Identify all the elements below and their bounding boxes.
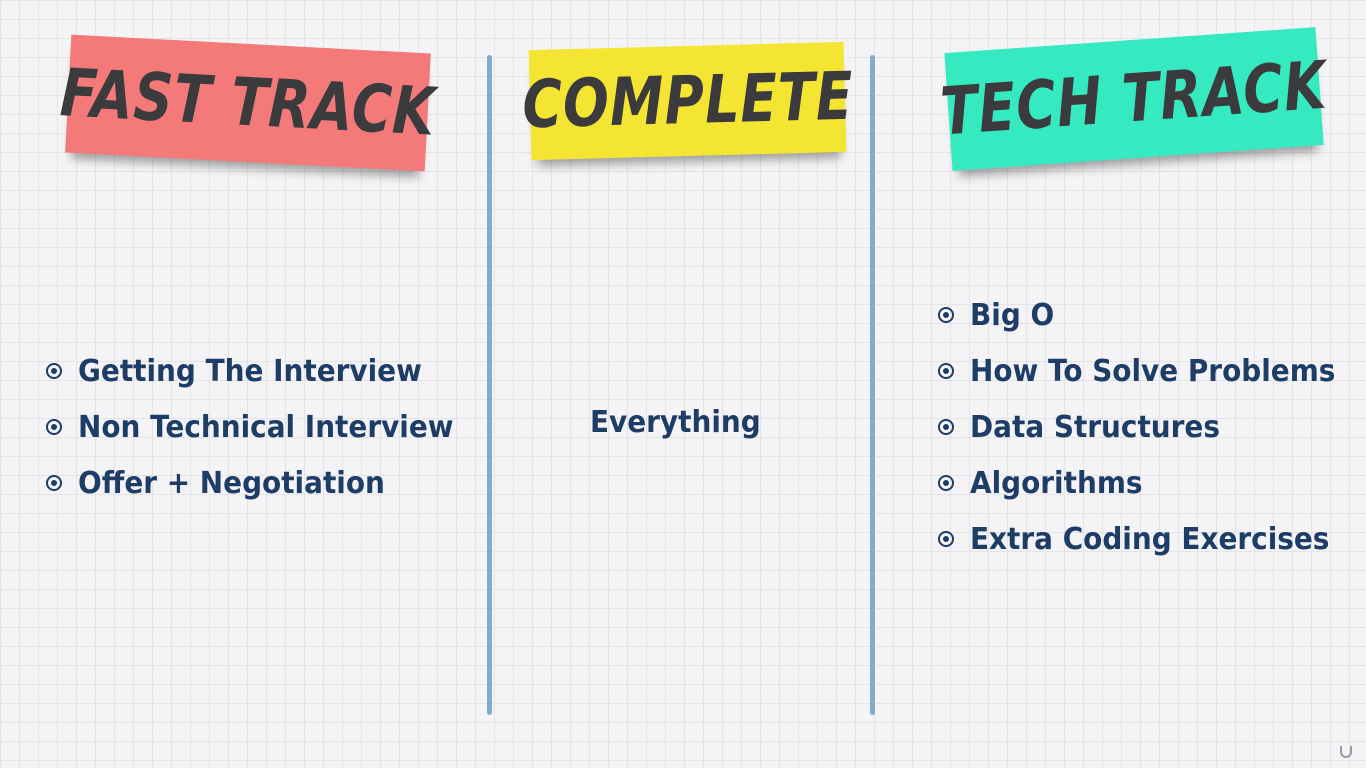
bullet-icon bbox=[938, 531, 954, 547]
list-item-text: Offer + Negotiation bbox=[78, 465, 385, 501]
bullet-icon bbox=[938, 363, 954, 379]
complete-label-text: COMPLETE bbox=[520, 57, 855, 144]
bullet-icon bbox=[46, 363, 62, 379]
bullet-icon bbox=[938, 419, 954, 435]
list-item-text: Extra Coding Exercises bbox=[970, 521, 1330, 557]
fast-track-label-text: FAST TRACK bbox=[58, 54, 438, 151]
list-item: Offer + Negotiation bbox=[46, 455, 482, 511]
complete-description-text: Everything bbox=[590, 405, 761, 440]
list-item-text: Data Structures bbox=[970, 409, 1220, 445]
list-item-text: Getting The Interview bbox=[78, 353, 422, 389]
list-item-text: Big O bbox=[970, 297, 1055, 333]
list-item: Getting The Interview bbox=[46, 343, 482, 399]
list-item: Extra Coding Exercises bbox=[938, 511, 1363, 567]
column-divider-right bbox=[870, 55, 875, 715]
tech-track-label-text: TECH TRACK bbox=[938, 46, 1330, 151]
list-item-text: Non Technical Interview bbox=[78, 409, 454, 445]
fast-track-list: Getting The Interview Non Technical Inte… bbox=[46, 343, 482, 511]
bullet-icon bbox=[938, 475, 954, 491]
list-item-text: How To Solve Problems bbox=[970, 353, 1336, 389]
list-item: Data Structures bbox=[938, 399, 1363, 455]
complete-description: Everything bbox=[590, 405, 774, 440]
fast-track-label: FAST TRACK bbox=[59, 34, 437, 172]
tech-track-list: Big O How To Solve Problems Data Structu… bbox=[938, 287, 1363, 567]
bullet-icon bbox=[938, 307, 954, 323]
udemy-logo-icon bbox=[1340, 746, 1352, 758]
column-divider-left bbox=[487, 55, 492, 715]
watermark bbox=[1340, 746, 1352, 758]
tech-track-label: TECH TRACK bbox=[939, 27, 1329, 171]
list-item: Big O bbox=[938, 287, 1363, 343]
bullet-icon bbox=[46, 419, 62, 435]
list-item: How To Solve Problems bbox=[938, 343, 1363, 399]
list-item: Non Technical Interview bbox=[46, 399, 482, 455]
list-item-text: Algorithms bbox=[970, 465, 1143, 501]
complete-label: COMPLETE bbox=[521, 41, 854, 161]
bullet-icon bbox=[46, 475, 62, 491]
list-item: Algorithms bbox=[938, 455, 1363, 511]
